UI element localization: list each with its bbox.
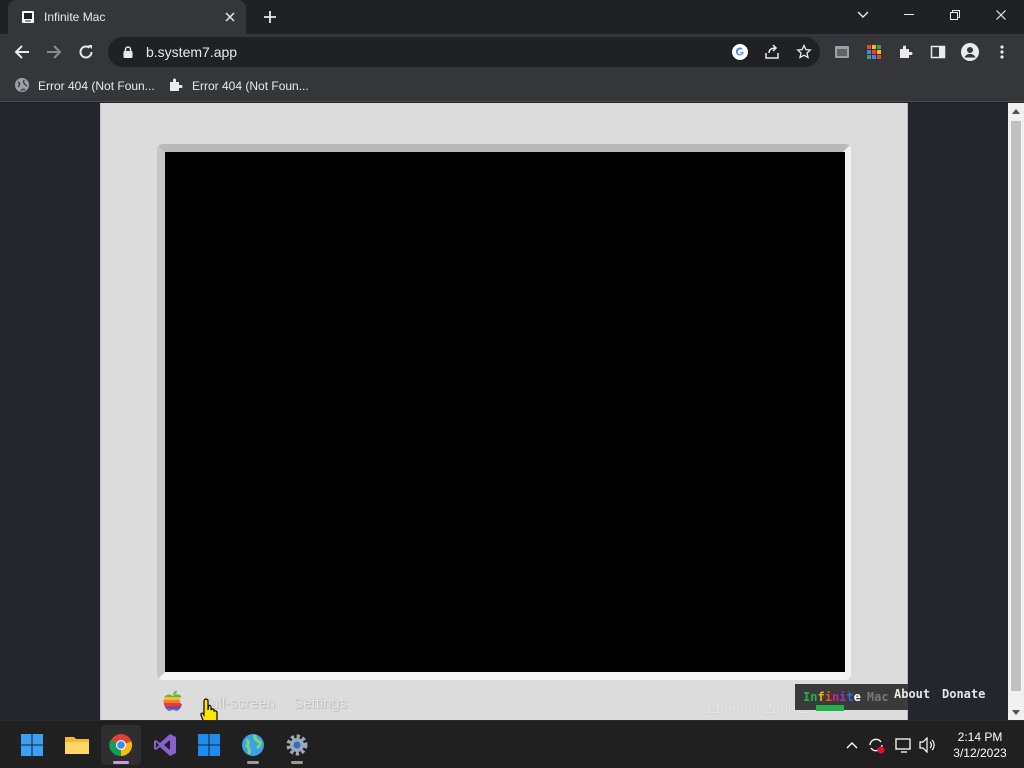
system-clock[interactable]: 2:14 PM 3/12/2023: [948, 729, 1012, 761]
puzzle-icon: [168, 77, 184, 96]
reload-button[interactable]: [72, 38, 100, 66]
file-explorer-icon[interactable]: [57, 725, 97, 765]
side-panel-icon[interactable]: [924, 38, 952, 66]
monitor-bezel: [157, 144, 851, 680]
chrome-taskbar-icon[interactable]: [101, 725, 141, 765]
donate-link[interactable]: Donate: [942, 687, 985, 701]
clock-date: 3/12/2023: [953, 746, 1007, 760]
back-button[interactable]: [8, 38, 36, 66]
tray-overflow-chevron-icon[interactable]: [840, 733, 864, 757]
tab-search-icon[interactable]: [840, 0, 886, 30]
sync-icon[interactable]: [864, 733, 888, 757]
browser-toolbar: b.system7.app: [0, 34, 1024, 70]
logo-mac-text: Mac: [866, 690, 889, 704]
globe-app-icon[interactable]: [233, 725, 273, 765]
logo-infinite-text: Infinite: [803, 690, 861, 704]
bookmark-item[interactable]: Error 404 (Not Foun...: [168, 75, 309, 97]
share-icon[interactable]: [756, 37, 788, 67]
bookmark-item[interactable]: Error 404 (Not Foun...: [14, 75, 155, 97]
address-bar[interactable]: b.system7.app: [108, 37, 820, 67]
tab-close-icon[interactable]: [218, 5, 242, 29]
start-button[interactable]: [12, 725, 52, 765]
globe-icon: [14, 77, 30, 96]
settings-button[interactable]: Settings: [293, 695, 347, 712]
scroll-up-arrow-icon[interactable]: [1008, 103, 1024, 119]
profile-avatar-icon[interactable]: [956, 38, 984, 66]
clock-time: 2:14 PM: [957, 730, 1003, 744]
tab-title: Infinite Mac: [44, 10, 106, 24]
logo-accent-bar: [816, 705, 844, 711]
vertical-scrollbar[interactable]: [1008, 103, 1024, 720]
settings-gear-icon[interactable]: [277, 725, 317, 765]
close-window-button[interactable]: [978, 0, 1024, 30]
active-app-indicator: [113, 761, 129, 764]
forward-button[interactable]: [40, 38, 68, 66]
new-tab-button[interactable]: [256, 4, 284, 30]
url-text[interactable]: b.system7.app: [146, 44, 724, 60]
bookmark-label: Error 404 (Not Foun...: [192, 79, 309, 93]
restore-button[interactable]: [932, 0, 978, 30]
microsoft-store-icon[interactable]: [189, 725, 229, 765]
mac-computer-frame: Full-screen Settings Ethernet Zone 1: [100, 103, 908, 720]
ethernet-zone-label: Ethernet Zone 1: [707, 700, 808, 716]
emulator-controls: Full-screen Settings: [163, 690, 347, 717]
volume-icon[interactable]: [916, 733, 940, 757]
bookmarks-bar: Error 404 (Not Foun... Error 404 (Not Fo…: [0, 70, 1024, 102]
network-icon[interactable]: [892, 733, 916, 757]
visual-studio-icon[interactable]: [145, 725, 185, 765]
page-viewport: Full-screen Settings Ethernet Zone 1 Inf…: [0, 103, 1008, 720]
apple-logo-icon[interactable]: [163, 690, 183, 717]
tab-strip: Infinite Mac: [0, 0, 1024, 34]
bookmark-star-icon[interactable]: [788, 37, 820, 67]
windows-taskbar: 2:14 PM 3/12/2023: [0, 720, 1024, 768]
scrollbar-thumb[interactable]: [1011, 121, 1021, 691]
emulator-screen[interactable]: [165, 152, 845, 672]
running-app-indicator: [247, 761, 259, 764]
bookmark-label: Error 404 (Not Foun...: [38, 79, 155, 93]
google-lens-icon[interactable]: [724, 37, 756, 67]
scroll-down-arrow-icon[interactable]: [1008, 704, 1024, 720]
chrome-menu-icon[interactable]: [988, 38, 1016, 66]
hand-cursor-icon: [200, 697, 222, 720]
about-link[interactable]: About: [894, 687, 930, 701]
browser-tab[interactable]: Infinite Mac: [8, 0, 246, 34]
minimize-button[interactable]: [886, 0, 932, 30]
lock-icon[interactable]: [120, 46, 136, 58]
extension-screenshot-icon[interactable]: [828, 38, 856, 66]
extensions-puzzle-icon[interactable]: [892, 38, 920, 66]
extension-grid-icon[interactable]: [860, 38, 888, 66]
page-favicon-icon: [20, 9, 36, 25]
running-app-indicator: [291, 761, 303, 764]
infinite-mac-logo[interactable]: Infinite Mac: [795, 684, 908, 710]
